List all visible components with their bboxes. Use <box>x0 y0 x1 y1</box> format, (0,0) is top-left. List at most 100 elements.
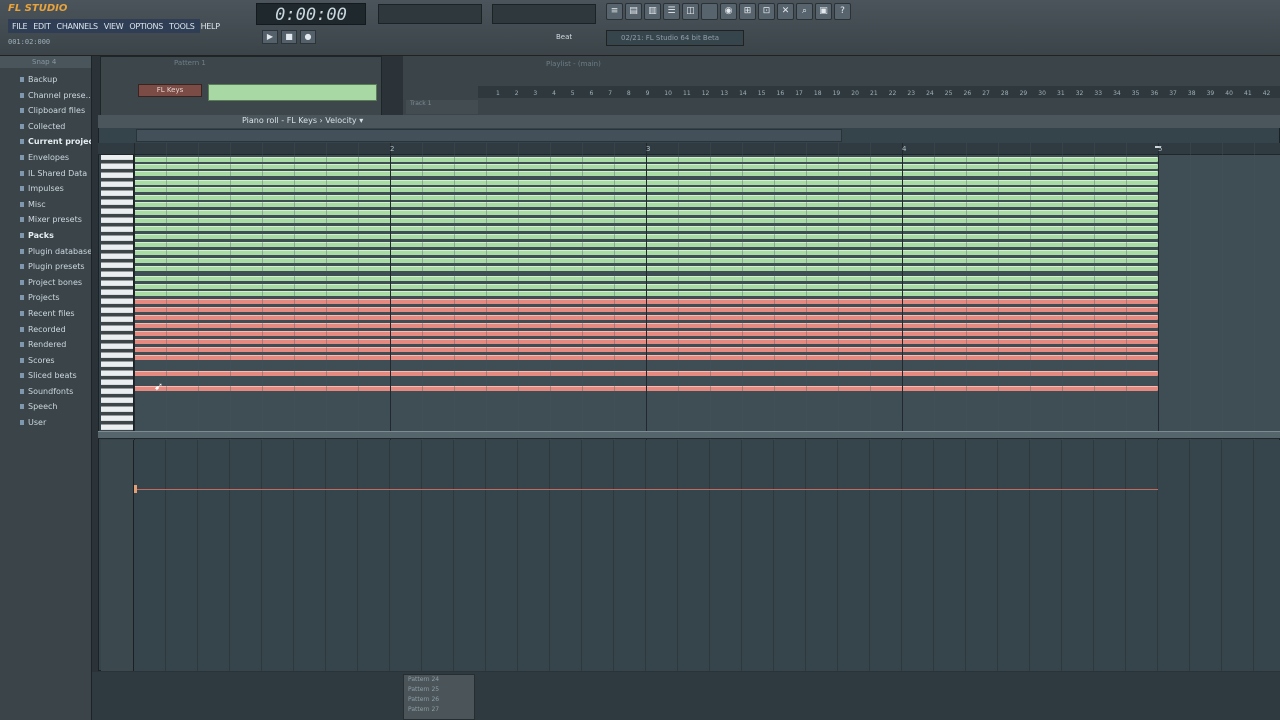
browser-icon[interactable]: ◉ <box>720 3 737 20</box>
snap-beat-label[interactable]: Beat <box>556 33 572 41</box>
browser-item[interactable]: Clipboard files <box>0 103 91 119</box>
browser-item[interactable]: Mixer presets <box>0 212 91 228</box>
playlist-bar-number: 21 <box>870 90 878 97</box>
browser-item[interactable]: Scores <box>0 353 91 369</box>
help-icon[interactable]: ? <box>834 3 851 20</box>
browser-item[interactable]: Impulses <box>0 181 91 197</box>
browser-item[interactable]: IL Shared Data <box>0 166 91 182</box>
play-button[interactable]: ▶ <box>262 30 278 44</box>
playlist-bar-number: 4 <box>552 90 556 97</box>
spacer-icon <box>701 3 718 20</box>
plugin-picker-icon[interactable]: ◫ <box>682 3 699 20</box>
ruler-bar-label: 2 <box>390 145 395 153</box>
pattern-item[interactable]: Pattern 25 <box>404 685 474 695</box>
horizontal-scrollbar[interactable] <box>136 129 842 142</box>
search-icon[interactable]: ⌕ <box>796 3 813 20</box>
playlist-bar-number: 11 <box>683 90 691 97</box>
pattern-item[interactable]: Pattern 24 <box>404 675 474 685</box>
stop-button[interactable]: ■ <box>281 30 297 44</box>
menu-file[interactable]: FILE <box>12 22 28 31</box>
playlist-bar-number: 15 <box>758 90 766 97</box>
export-icon[interactable]: ⊡ <box>758 3 775 20</box>
browser-item[interactable]: Recorded <box>0 322 91 338</box>
playlist-bar-number: 13 <box>720 90 728 97</box>
menu-channels[interactable]: CHANNELS <box>57 22 99 31</box>
playlist-icon[interactable]: ≡ <box>606 3 623 20</box>
browser-item[interactable]: Rendered <box>0 337 91 353</box>
browser-item[interactable]: Misc <box>0 197 91 213</box>
tools-icon[interactable]: ✕ <box>777 3 794 20</box>
tempo-icon[interactable]: ⊞ <box>739 3 756 20</box>
playlist-bar-number: 7 <box>608 90 612 97</box>
pattern-list[interactable]: Pattern 24 Pattern 25 Pattern 26 Pattern… <box>403 674 475 720</box>
menu-help[interactable]: HELP <box>201 22 220 31</box>
transport-controls: ▶ ■ ● <box>262 30 316 44</box>
menu-edit[interactable]: EDIT <box>33 22 51 31</box>
browser-item[interactable]: Sliced beats <box>0 368 91 384</box>
browser-item[interactable]: Channel prese... <box>0 88 91 104</box>
playlist-bar-number: 30 <box>1038 90 1046 97</box>
playlist-bar-number: 42 <box>1263 90 1271 97</box>
piano-roll-icon[interactable]: ▤ <box>625 3 642 20</box>
playlist-bar-number: 35 <box>1132 90 1140 97</box>
velocity-handle[interactable] <box>134 485 137 493</box>
event-editor-divider[interactable] <box>98 431 1280 439</box>
playlist-bar-number: 9 <box>646 90 650 97</box>
playlist-bar-number: 28 <box>1001 90 1009 97</box>
event-selector[interactable]: Velocity <box>325 116 356 125</box>
browser-item[interactable]: Collected <box>0 119 91 135</box>
channel-name-button[interactable]: FL Keys <box>138 84 202 97</box>
playlist-bar-number: 26 <box>964 90 972 97</box>
velocity-line[interactable] <box>134 489 1158 490</box>
browser-item[interactable]: Recent files <box>0 306 91 322</box>
playlist-bar-number: 40 <box>1225 90 1233 97</box>
playlist-bar-number: 18 <box>814 90 822 97</box>
pattern-item[interactable]: Pattern 26 <box>404 695 474 705</box>
browser-item[interactable]: Speech <box>0 399 91 415</box>
piano-roll-title: Piano roll - FL Keys › Velocity ▾ <box>242 116 363 125</box>
browser-item[interactable]: Packs <box>0 228 91 244</box>
playlist-bar-number: 10 <box>664 90 672 97</box>
pattern-selector[interactable]: Pattern 1 <box>174 59 206 67</box>
menu-tools[interactable]: TOOLS <box>169 22 195 31</box>
ruler-bar-label: 4 <box>902 145 907 153</box>
playlist-title: Playlist - (main) <box>546 60 601 68</box>
mixer-icon[interactable]: ☰ <box>663 3 680 20</box>
browser-list: Backup Channel prese... Clipboard files Col… <box>0 68 91 431</box>
browser-item[interactable]: Project bones <box>0 275 91 291</box>
browser-item[interactable]: Soundfonts <box>0 384 91 400</box>
hint-bar: 02/21: FL Studio 64 bit Beta <box>606 30 744 46</box>
bottom-area <box>92 672 1280 720</box>
chevron-down-icon: ▾ <box>359 116 364 125</box>
playlist-bar-number: 24 <box>926 90 934 97</box>
piano-roll-ruler[interactable] <box>98 143 1280 155</box>
playlist-bar-number: 17 <box>795 90 803 97</box>
browser-item[interactable]: Plugin database <box>0 244 91 260</box>
main-menu: FILE EDIT CHANNELS VIEW OPTIONS TOOLS HE… <box>8 19 220 33</box>
piano-keyboard[interactable] <box>101 155 134 431</box>
browser-item[interactable]: Projects <box>0 290 91 306</box>
playlist-bar-number: 5 <box>571 90 575 97</box>
pattern-item[interactable]: Pattern 27 <box>404 705 474 715</box>
playlist-bar-number: 36 <box>1151 90 1159 97</box>
playlist-ruler[interactable]: 1 2 3 4 5 6 7 8 9 10 11 12 13 14 15 16 17 18 19 20 21 22 23 24 2… <box>478 86 1280 98</box>
playlist-track-header[interactable]: Track 1 <box>406 100 478 114</box>
channel-mini-roll[interactable] <box>208 84 377 101</box>
piano-roll-title-text: Piano roll - FL Keys <box>242 116 317 125</box>
cpu-memory-meter <box>492 4 596 24</box>
velocity-event-lane[interactable] <box>134 440 1280 671</box>
browser-item[interactable]: Plugin presets <box>0 259 91 275</box>
browser-item[interactable]: Backup <box>0 72 91 88</box>
browser-item[interactable]: Current project <box>0 134 91 150</box>
record-button[interactable]: ● <box>300 30 316 44</box>
channel-rack-icon[interactable]: ▥ <box>644 3 661 20</box>
menu-view[interactable]: VIEW <box>104 22 124 31</box>
playlist-bar-number: 39 <box>1207 90 1215 97</box>
playlist-bar-number: 34 <box>1113 90 1121 97</box>
menu-options[interactable]: OPTIONS <box>129 22 163 31</box>
lock-icon[interactable]: ▣ <box>815 3 832 20</box>
browser-item[interactable]: Envelopes <box>0 150 91 166</box>
browser-item[interactable]: User <box>0 415 91 431</box>
time-display[interactable]: 0:00:00 <box>256 3 366 25</box>
playlist-bar-number: 19 <box>833 90 841 97</box>
